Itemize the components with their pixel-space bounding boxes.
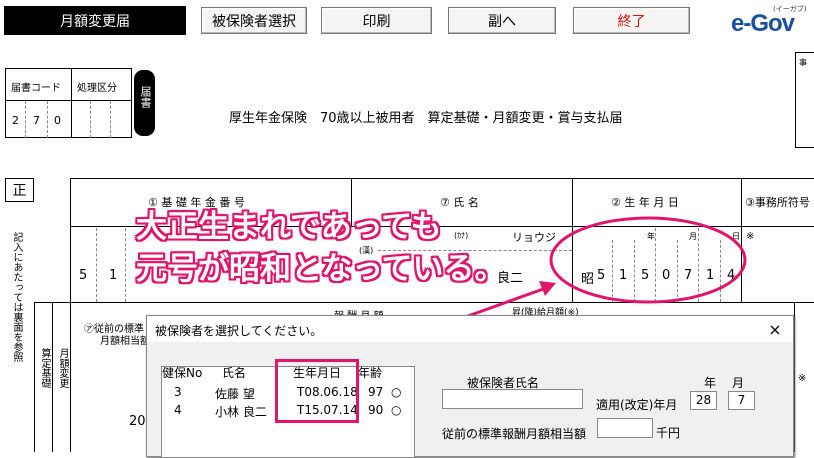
dialog-titlebar: 被保険者を選択してください。 × (147, 316, 793, 342)
close-icon: × (768, 319, 782, 339)
prev-amount-field[interactable] (597, 418, 653, 438)
row-name: 小林 良二 (215, 405, 267, 419)
select-insured-dialog: 被保険者を選択してください。 × 健保No 氏名 生年月日 年齢 3 佐藤 望 … (146, 315, 794, 458)
callout-line-1: 大正生まれであっても (136, 209, 442, 245)
callout-line-2: 元号が昭和となっている。 (136, 251, 506, 287)
apply-month-value: 7 (737, 393, 746, 407)
row-no: 3 (174, 385, 182, 399)
row-age: 97 (368, 385, 384, 399)
dialog-title: 被保険者を選択してください。 (155, 324, 323, 338)
col-header-age: 年齢 (358, 366, 383, 380)
year-label: 年 (704, 376, 717, 390)
birthdate-highlight-box (275, 359, 359, 423)
month-label: 月 (732, 376, 745, 390)
row-mark: ○ (391, 403, 402, 417)
row-age: 90 (368, 403, 384, 417)
insured-name-field[interactable] (442, 389, 583, 409)
col-header-name: 氏名 (222, 366, 247, 380)
highlight-ellipse (549, 216, 747, 304)
apply-label: 適用(改定)年月 (596, 398, 678, 412)
col-header-no: 健保No (162, 366, 203, 380)
apply-year-field[interactable]: 28 (690, 391, 717, 410)
dialog-close-button[interactable]: × (762, 319, 788, 339)
row-no: 4 (174, 403, 182, 417)
prev-amount-label: 従前の標準報酬月額相当額 (442, 427, 587, 441)
apply-month-field[interactable]: 7 (728, 391, 755, 410)
apply-year-value: 28 (695, 393, 712, 407)
unit-label: 千円 (656, 426, 681, 440)
row-mark: ○ (391, 385, 402, 399)
row-name: 佐藤 望 (215, 387, 255, 401)
